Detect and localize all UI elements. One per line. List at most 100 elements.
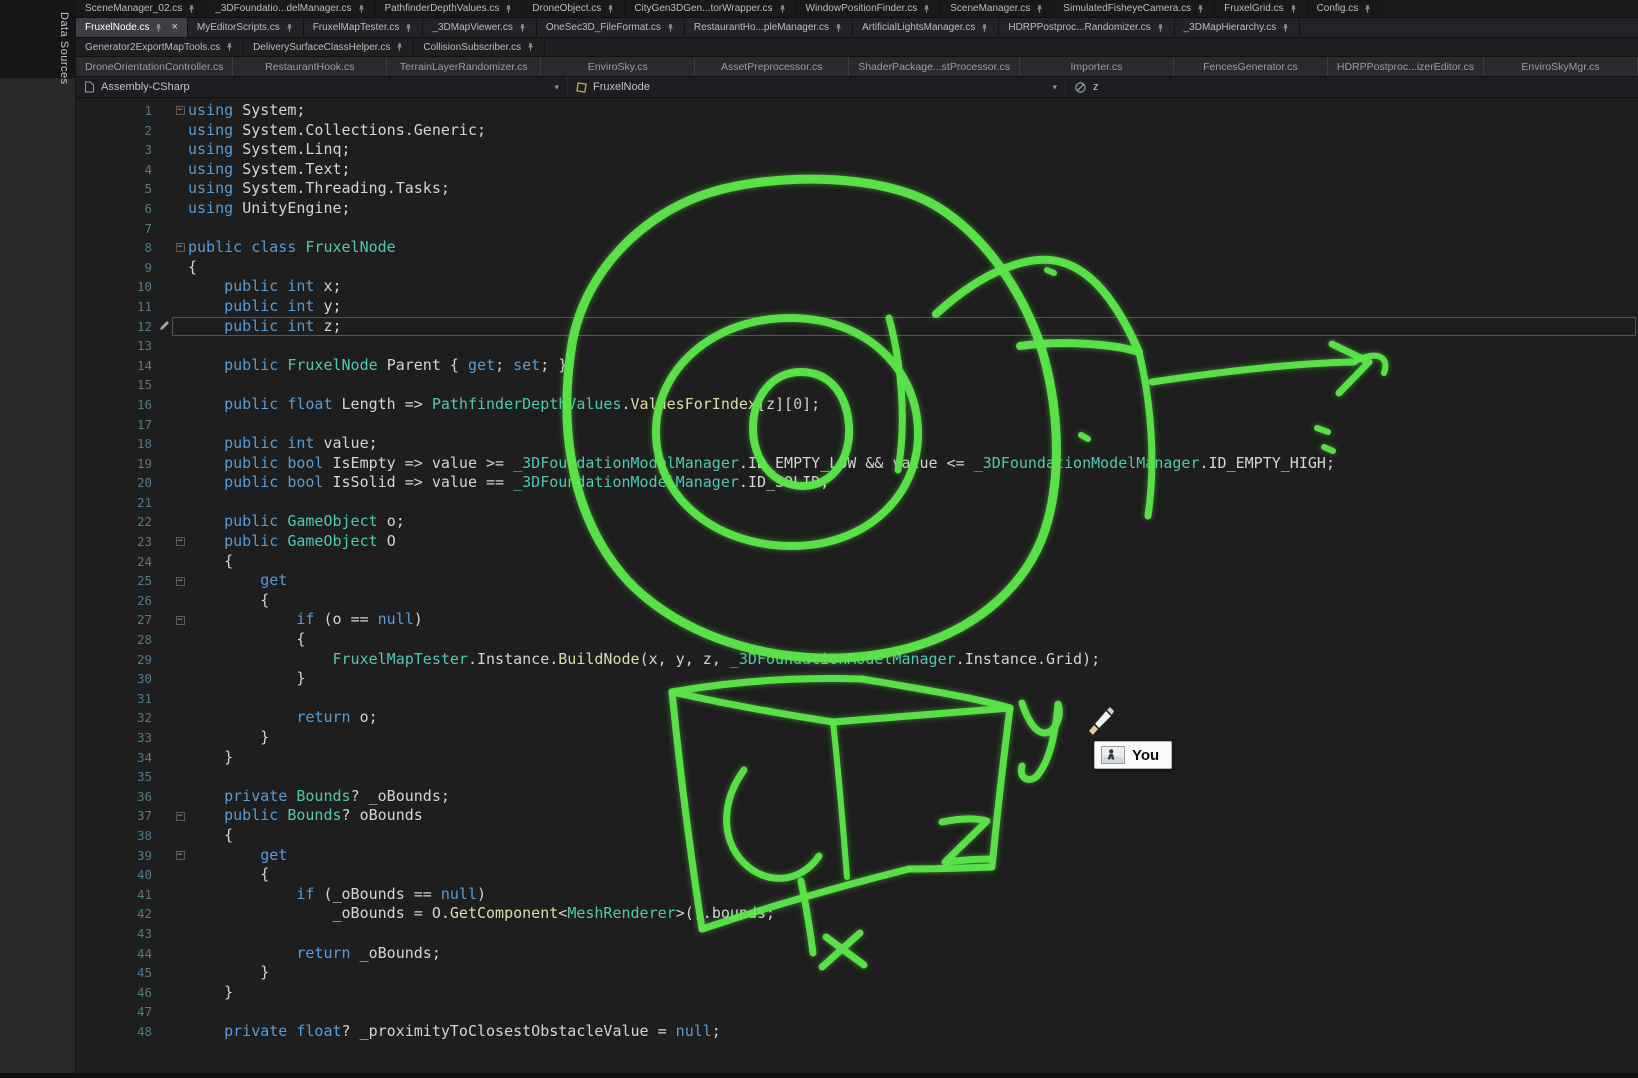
code-line[interactable]: 41 if (_oBounds == null) (76, 885, 1638, 905)
tab-ShaderPackage...stProcessor.cs[interactable]: ShaderPackage...stProcessor.cs (849, 57, 1020, 76)
pin-icon[interactable] (778, 4, 787, 14)
fold-margin[interactable]: − (172, 532, 188, 552)
code-line[interactable]: 31 (76, 689, 1638, 709)
fold-collapse-icon[interactable]: − (176, 106, 185, 115)
tab-RestaurantHo...pleManager.cs[interactable]: RestaurantHo...pleManager.cs (685, 18, 853, 37)
code-editor[interactable]: 1−using System;2using System.Collections… (76, 98, 1638, 1073)
pin-icon[interactable] (357, 4, 366, 14)
tab-DeliverySurfaceClassHelper.cs[interactable]: DeliverySurfaceClassHelper.cs (244, 38, 414, 56)
data-sources-panel-tab[interactable]: Data Sources (58, 12, 70, 85)
code-line[interactable]: 7 (76, 219, 1638, 239)
fold-collapse-icon[interactable]: − (176, 812, 185, 821)
tab-DroneOrientationController.cs[interactable]: DroneOrientationController.cs (76, 57, 233, 76)
tab-FruxelMapTester.cs[interactable]: FruxelMapTester.cs (304, 18, 424, 37)
pin-icon[interactable] (1156, 23, 1165, 33)
tab-CollisionSubscriber.cs[interactable]: CollisionSubscriber.cs (414, 38, 545, 56)
fold-margin[interactable]: − (172, 610, 188, 630)
fold-margin[interactable]: − (172, 571, 188, 591)
tab-DroneObject.cs[interactable]: DroneObject.cs (523, 0, 625, 17)
fold-margin[interactable]: − (172, 806, 188, 826)
tab-ArtificialLightsManager.cs[interactable]: ArtificialLightsManager.cs (853, 18, 999, 37)
code-line[interactable]: 39− get (76, 846, 1638, 866)
code-line[interactable]: 28 { (76, 630, 1638, 650)
tab-FencesGenerator.cs[interactable]: FencesGenerator.cs (1174, 57, 1328, 76)
tab-RestaurantHook.cs[interactable]: RestaurantHook.cs (233, 57, 387, 76)
fold-margin[interactable]: − (172, 238, 188, 258)
code-line[interactable]: 9{ (76, 258, 1638, 278)
tab-_3DFoundatio...delManager.cs[interactable]: _3DFoundatio...delManager.cs (206, 0, 375, 17)
fold-collapse-icon[interactable]: − (176, 537, 185, 546)
type-dropdown[interactable]: FruxelNode ▾ (568, 77, 1066, 97)
code-line[interactable]: 26 { (76, 591, 1638, 611)
code-line[interactable]: 24 { (76, 552, 1638, 572)
code-line[interactable]: 17 (76, 415, 1638, 435)
code-line[interactable]: 48 private float? _proximityToClosestObs… (76, 1022, 1638, 1042)
pin-icon[interactable] (1281, 23, 1290, 33)
code-line[interactable]: 20 public bool IsSolid => value == _3DFo… (76, 473, 1638, 493)
code-line[interactable]: 23− public GameObject O (76, 532, 1638, 552)
fold-collapse-icon[interactable]: − (176, 243, 185, 252)
code-line[interactable]: 27− if (o == null) (76, 610, 1638, 630)
code-line[interactable]: 15 (76, 375, 1638, 395)
code-line[interactable]: 47 (76, 1002, 1638, 1022)
tab-CityGen3DGen...torWrapper.cs[interactable]: CityGen3DGen...torWrapper.cs (625, 0, 796, 17)
pin-icon[interactable] (395, 42, 404, 52)
tab-FruxelNode.cs[interactable]: FruxelNode.cs× (76, 18, 188, 37)
member-dropdown[interactable]: z (1066, 77, 1638, 97)
pin-icon[interactable] (526, 42, 535, 52)
pin-icon[interactable] (1035, 4, 1044, 14)
fold-collapse-icon[interactable]: − (176, 616, 185, 625)
pin-icon[interactable] (154, 23, 163, 33)
tab-_3DMapHierarchy.cs[interactable]: _3DMapHierarchy.cs (1175, 18, 1301, 37)
pin-icon[interactable] (1289, 4, 1298, 14)
tab-EnviroSkyMgr.cs[interactable]: EnviroSkyMgr.cs (1484, 57, 1638, 76)
code-line[interactable]: 8−public class FruxelNode (76, 238, 1638, 258)
pin-icon[interactable] (225, 42, 234, 52)
code-line[interactable]: 36 private Bounds? _oBounds; (76, 787, 1638, 807)
tab-AssetPreprocessor.cs[interactable]: AssetPreprocessor.cs (695, 57, 849, 76)
code-line[interactable]: 38 { (76, 826, 1638, 846)
pin-icon[interactable] (504, 4, 513, 14)
code-line[interactable]: 14 public FruxelNode Parent { get; set; … (76, 356, 1638, 376)
fold-margin[interactable]: − (172, 101, 188, 121)
tab-SceneManager.cs[interactable]: SceneManager.cs (941, 0, 1054, 17)
tab-HDRPPostproc...izerEditor.cs[interactable]: HDRPPostproc...izerEditor.cs (1328, 57, 1484, 76)
pin-icon[interactable] (922, 4, 931, 14)
tab-SimulatedFisheyeCamera.cs[interactable]: SimulatedFisheyeCamera.cs (1054, 0, 1215, 17)
code-line[interactable]: 11 public int y; (76, 297, 1638, 317)
pin-icon[interactable] (606, 4, 615, 14)
code-line[interactable]: 6using UnityEngine; (76, 199, 1638, 219)
code-line[interactable]: 40 { (76, 865, 1638, 885)
code-line[interactable]: 29 FruxelMapTester.Instance.BuildNode(x,… (76, 650, 1638, 670)
code-line[interactable]: 18 public int value; (76, 434, 1638, 454)
code-line[interactable]: 30 } (76, 669, 1638, 689)
code-line[interactable]: 43 (76, 924, 1638, 944)
code-line[interactable]: 44 return _oBounds; (76, 944, 1638, 964)
code-line[interactable]: 19 public bool IsEmpty => value >= _3DFo… (76, 454, 1638, 474)
pin-icon[interactable] (285, 23, 294, 33)
code-line[interactable]: 32 return o; (76, 708, 1638, 728)
tab-PathfinderDepthValues.cs[interactable]: PathfinderDepthValues.cs (376, 0, 524, 17)
tab-EnviroSky.cs[interactable]: EnviroSky.cs (541, 57, 695, 76)
tab-Generator2ExportMapTools.cs[interactable]: Generator2ExportMapTools.cs (76, 38, 244, 56)
code-line[interactable]: 2using System.Collections.Generic; (76, 121, 1638, 141)
tab-SceneManager_02.cs[interactable]: SceneManager_02.cs (76, 0, 206, 17)
code-line[interactable]: 33 } (76, 728, 1638, 748)
code-line[interactable]: 42 _oBounds = O.GetComponent<MeshRendere… (76, 904, 1638, 924)
tab-Importer.cs[interactable]: Importer.cs (1020, 57, 1174, 76)
pin-icon[interactable] (404, 23, 413, 33)
code-line[interactable]: 34 } (76, 748, 1638, 768)
fold-collapse-icon[interactable]: − (176, 577, 185, 586)
code-line[interactable]: 3using System.Linq; (76, 140, 1638, 160)
code-line[interactable]: 13 (76, 336, 1638, 356)
tab-OneSec3D_FileFormat.cs[interactable]: OneSec3D_FileFormat.cs (537, 18, 685, 37)
fold-margin[interactable]: − (172, 846, 188, 866)
code-line[interactable]: 4using System.Text; (76, 160, 1638, 180)
tab-Config.cs[interactable]: Config.cs (1308, 0, 1383, 17)
code-line[interactable]: 21 (76, 493, 1638, 513)
pin-icon[interactable] (1363, 4, 1372, 14)
code-line[interactable]: 16 public float Length => PathfinderDept… (76, 395, 1638, 415)
code-line[interactable]: 45 } (76, 963, 1638, 983)
code-line[interactable]: 12 public int z; (76, 317, 1638, 337)
pin-icon[interactable] (666, 23, 675, 33)
